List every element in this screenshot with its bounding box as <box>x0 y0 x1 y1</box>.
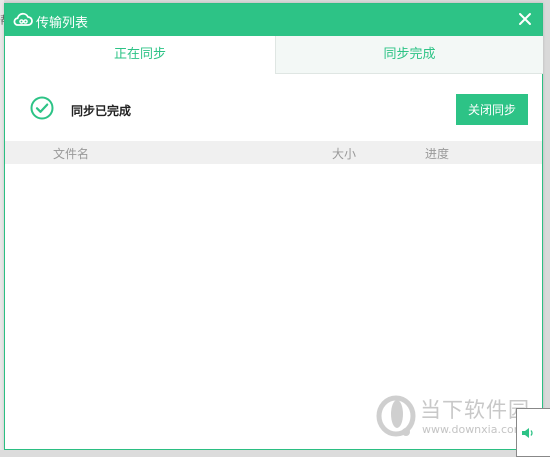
watermark: 当下软件园 www.downxia.com <box>376 392 530 444</box>
check-circle-icon <box>30 96 54 120</box>
table-header: 文件名 大小 进度 <box>5 141 542 164</box>
column-header-progress[interactable]: 进度 <box>425 145 449 162</box>
status-row: 同步已完成 关闭同步 <box>5 74 542 141</box>
desktop-strip <box>0 450 516 457</box>
watermark-logo-icon <box>376 395 416 437</box>
window-title: 传输列表 <box>36 16 89 31</box>
title-bar[interactable]: 传输列表 <box>5 4 542 36</box>
column-header-size[interactable]: 大小 <box>332 145 356 162</box>
speaker-icon[interactable] <box>521 426 535 440</box>
sync-status-text: 同步已完成 <box>71 104 132 118</box>
tab-sync-complete[interactable]: 同步完成 <box>275 36 543 74</box>
column-header-filename[interactable]: 文件名 <box>53 145 89 162</box>
transfer-list-window: 传输列表 正在同步 同步完成 同步已完成 关闭同步 文件名 大小 进度 <box>4 3 543 450</box>
cloud-icon <box>13 12 33 26</box>
taskbar-widget[interactable] <box>516 408 550 457</box>
close-icon[interactable] <box>516 10 534 28</box>
close-sync-button[interactable]: 关闭同步 <box>456 94 528 125</box>
watermark-name: 当下软件园 <box>420 398 530 422</box>
watermark-url: www.downxia.com <box>422 423 525 436</box>
tab-bar: 正在同步 同步完成 <box>5 36 543 74</box>
tab-syncing[interactable]: 正在同步 <box>5 36 275 74</box>
